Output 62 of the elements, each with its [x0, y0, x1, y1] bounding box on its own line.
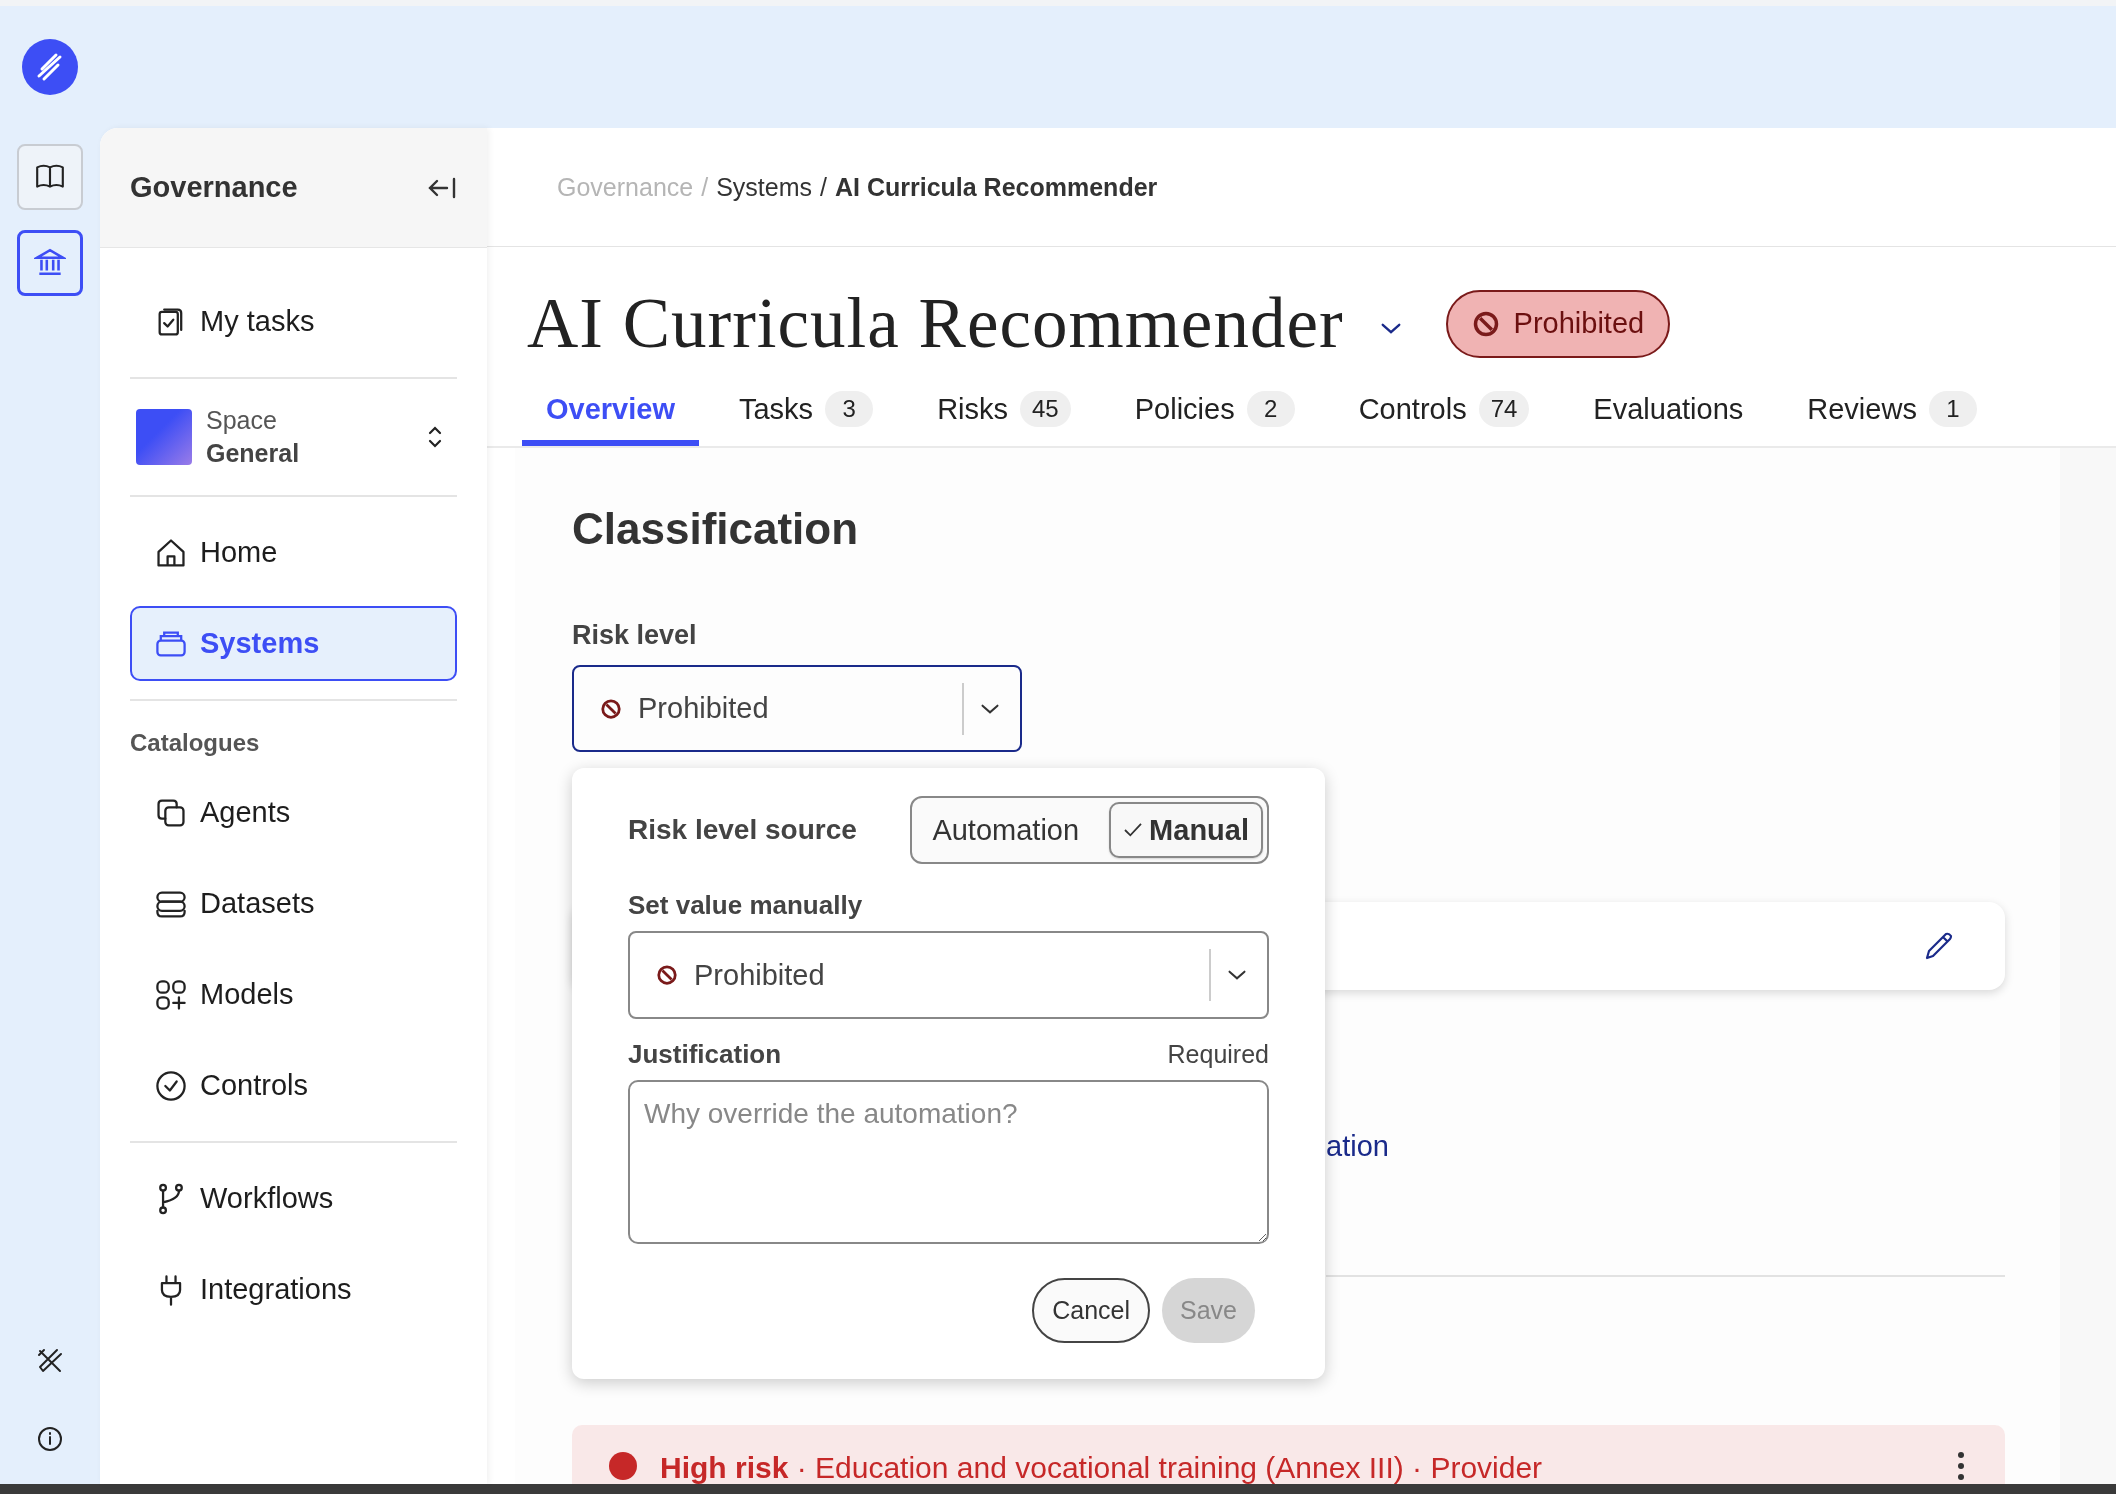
nav-item[interactable]: Controls: [130, 1048, 457, 1123]
count-badge: 45: [1020, 391, 1071, 427]
field-label: Set value manually: [628, 890, 864, 921]
required-hint: Required: [1167, 1040, 1269, 1069]
nav-item[interactable]: Models: [130, 957, 457, 1032]
tab[interactable]: Tasks 3: [715, 378, 898, 446]
section-heading: Classification: [572, 504, 860, 554]
check-icon: [1123, 822, 1144, 838]
collapse-icon[interactable]: [427, 175, 457, 200]
info-icon[interactable]: [35, 1424, 65, 1454]
alert-text: High risk · Education and vocational training (Annex III) · Provider: [660, 1451, 1544, 1484]
nav-item[interactable]: Integrations: [130, 1252, 457, 1327]
segment-option[interactable]: Automation: [932, 804, 1092, 856]
shapes-icon: [154, 977, 188, 1012]
alert-icon: [608, 1451, 638, 1481]
nav-item[interactable]: Home: [130, 515, 457, 590]
count-badge: 74: [1478, 391, 1530, 427]
space-switcher[interactable]: Space General: [130, 397, 457, 477]
space-thumbnail: [136, 409, 192, 465]
prohibited-icon: [600, 697, 622, 720]
segment-option[interactable]: Manual: [1109, 802, 1263, 858]
tab[interactable]: Evaluations: [1569, 378, 1768, 446]
section-label: Catalogues: [130, 728, 261, 758]
space-name: General: [206, 439, 301, 468]
breadcrumb-current: AI Curricula Recommender: [834, 172, 1158, 202]
link[interactable]: ation: [1326, 1130, 1389, 1162]
field-label: Risk level source: [628, 814, 857, 846]
check-circle-icon: [154, 1068, 188, 1103]
nav-item[interactable]: Systems: [130, 606, 457, 681]
count-badge: 2: [1246, 391, 1295, 427]
chevron-down-icon[interactable]: [1379, 322, 1402, 335]
sidebar-title: Governance: [130, 171, 298, 204]
page-title: AI Curricula Recommender: [527, 283, 1344, 364]
pencil-icon[interactable]: [1923, 930, 1955, 962]
tab[interactable]: Reviews 1: [1783, 378, 2001, 446]
cancel-button[interactable]: Cancel: [1032, 1278, 1150, 1343]
tab[interactable]: Policies 2: [1110, 378, 1319, 446]
book-icon[interactable]: [17, 144, 83, 210]
nav-item[interactable]: Datasets: [130, 866, 457, 941]
more-icon[interactable]: [1957, 1451, 1965, 1481]
count-badge: 1: [1928, 391, 1977, 427]
field-label: Risk level: [572, 620, 698, 651]
tab[interactable]: Risks 45: [913, 378, 1095, 446]
nav-item[interactable]: Workflows: [130, 1161, 457, 1236]
space-label: Space: [206, 406, 278, 435]
chevron-down-icon: [980, 702, 1000, 715]
select-field[interactable]: Prohibited: [572, 665, 1022, 752]
breadcrumb-separator: /: [701, 172, 709, 202]
nav-item[interactable]: My tasks: [130, 284, 457, 359]
bank-icon[interactable]: [17, 230, 83, 296]
breadcrumb-separator: /: [820, 172, 827, 202]
breadcrumb-link[interactable]: Systems: [716, 172, 812, 202]
field-label: Justification: [628, 1039, 782, 1070]
chevron-down-icon: [1227, 969, 1247, 981]
count-badge: 3: [825, 391, 874, 427]
prohibited-icon: [656, 964, 678, 986]
nav-item[interactable]: Agents: [130, 775, 457, 850]
text-area[interactable]: Why override the automation?: [628, 1080, 1269, 1244]
status-badge: Prohibited: [1445, 289, 1671, 358]
logo-icon: [22, 39, 78, 95]
tab[interactable]: Controls 74: [1334, 378, 1554, 446]
select-field[interactable]: Prohibited: [628, 931, 1269, 1019]
